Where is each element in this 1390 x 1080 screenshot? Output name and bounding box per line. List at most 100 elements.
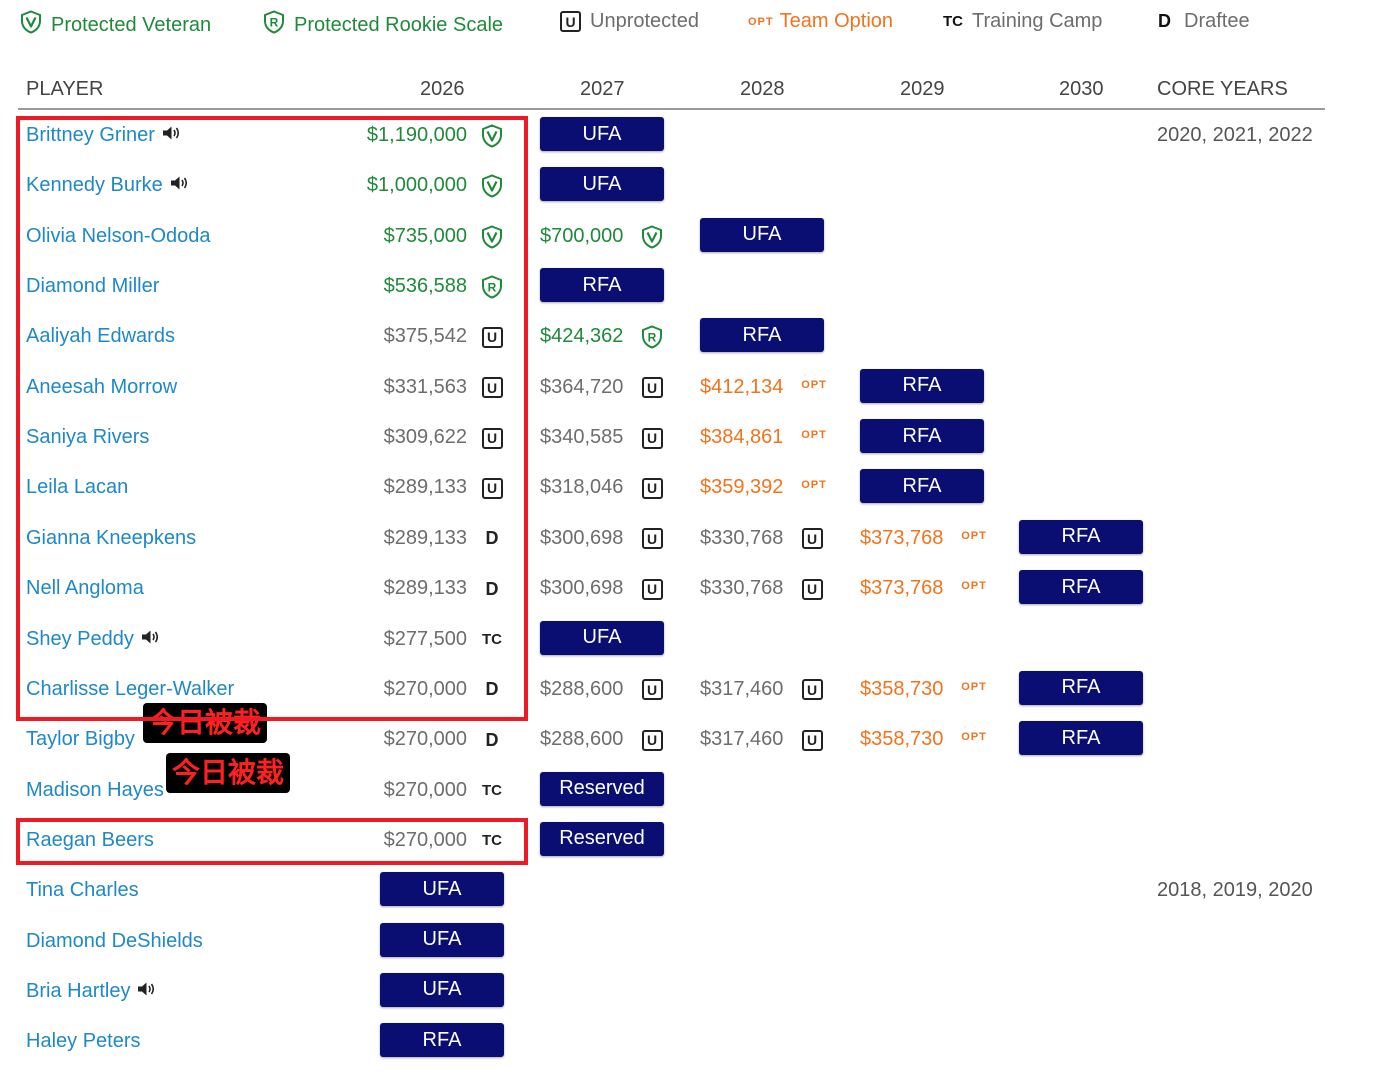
player-name-link[interactable]: Madison Hayes xyxy=(26,779,164,802)
salary-29: $358,730 xyxy=(860,677,944,700)
unprotected-badge: U xyxy=(640,526,664,552)
unprotected-badge: U xyxy=(800,727,824,753)
salary-28: $384,861 xyxy=(700,426,784,449)
unprotected-badge: U xyxy=(640,576,664,602)
speaker-icon[interactable] xyxy=(137,980,156,1003)
legend-protected-veteran-label: Protected Veteran xyxy=(51,13,212,36)
option-badge: OPT xyxy=(961,580,987,593)
shield-v-icon xyxy=(640,224,664,250)
salary-27: $288,600 xyxy=(540,728,624,751)
unprotected-badge: U xyxy=(800,677,824,703)
status-badge-rfa: RFA xyxy=(860,368,984,403)
status-badge-rfa: RFA xyxy=(1019,570,1143,605)
status-badge-rfa: RFA xyxy=(1019,519,1143,554)
training-camp-badge: TC xyxy=(482,782,502,800)
unprotected-badge: U xyxy=(640,677,664,703)
player-name[interactable]: Tina Charles xyxy=(26,879,139,902)
header-player[interactable]: PLAYER xyxy=(26,78,103,101)
salary-28: $317,460 xyxy=(700,728,784,751)
player-name[interactable]: Haley Peters xyxy=(26,1030,141,1053)
status-badge-ufa: UFA xyxy=(380,922,504,957)
unprotected-badge: U xyxy=(800,526,824,552)
unprotected-badge: U xyxy=(640,425,664,451)
status-badge-ufa: UFA xyxy=(540,620,664,655)
status-badge-rfa: RFA xyxy=(380,1023,504,1058)
unprotected-badge: U xyxy=(640,475,664,501)
legend-protected-rookie: R Protected Rookie Scale xyxy=(263,10,503,40)
draftee-badge: D xyxy=(1158,11,1171,31)
status-badge-reserved: Reserved xyxy=(540,821,664,856)
status-badge-ufa: UFA xyxy=(700,217,824,252)
status-badge-rfa: RFA xyxy=(860,469,984,504)
status-badge-rfa: RFA xyxy=(1019,670,1143,705)
player-name[interactable]: Taylor Bigby xyxy=(26,728,135,751)
unprotected-badge: U xyxy=(640,375,664,401)
status-badge-rfa: RFA xyxy=(1019,721,1143,756)
svg-text:R: R xyxy=(270,16,279,30)
legend-team-option-label: Team Option xyxy=(779,10,894,32)
salary-27: $300,698 xyxy=(540,577,624,600)
table-row: Bria Hartley UFA xyxy=(0,967,1390,1017)
player-name[interactable]: Diamond DeShields xyxy=(26,930,203,953)
table-row: Diamond DeShields UFA xyxy=(0,917,1390,967)
legend-unprotected: U Unprotected xyxy=(560,10,699,33)
salary-28: $359,392 xyxy=(700,476,784,499)
status-badge-ufa: UFA xyxy=(380,872,504,907)
unprotected-badge: U xyxy=(800,576,824,602)
legend-protected-rookie-label: Protected Rookie Scale xyxy=(294,13,504,36)
training-camp-badge: TC xyxy=(943,13,963,30)
shield-r-icon: R xyxy=(640,324,664,350)
salary-27: $300,698 xyxy=(540,526,624,549)
player-name-link[interactable]: Bria Hartley xyxy=(26,980,156,1003)
table-row: Haley Peters RFA xyxy=(0,1017,1390,1067)
header-core-years[interactable]: CORE YEARS xyxy=(1157,78,1288,101)
status-badge-rfa: RFA xyxy=(700,318,824,353)
draftee-badge: D xyxy=(485,729,499,750)
legend-training-camp: TC Training Camp xyxy=(943,10,1102,33)
header-2027[interactable]: 2027 xyxy=(580,78,625,101)
svg-text:R: R xyxy=(648,331,657,345)
unprotected-badge: U xyxy=(640,727,664,753)
salary-26: $270,000 xyxy=(383,728,467,751)
salary-28: $412,134 xyxy=(700,375,784,398)
status-badge-ufa: UFA xyxy=(380,972,504,1007)
legend-protected-veteran: Protected Veteran xyxy=(20,10,211,40)
salary-28: $330,768 xyxy=(700,526,784,549)
salary-28: $330,768 xyxy=(700,577,784,600)
status-badge-ufa: UFA xyxy=(540,117,664,151)
player-name-link[interactable]: Tina Charles xyxy=(26,879,139,902)
legend: Protected Veteran R Protected Rookie Sca… xyxy=(0,0,1390,46)
header-2029[interactable]: 2029 xyxy=(900,78,945,101)
player-name-link[interactable]: Haley Peters xyxy=(26,1030,141,1053)
salary-27: $318,046 xyxy=(540,476,624,499)
header-2030[interactable]: 2030 xyxy=(1059,78,1104,101)
player-name[interactable]: Bria Hartley xyxy=(26,980,130,1003)
highlight-box-roster xyxy=(16,116,528,721)
header-2028[interactable]: 2028 xyxy=(740,78,785,101)
highlight-box-raegan-beers xyxy=(16,818,528,865)
shield-r-icon: R xyxy=(263,10,285,40)
option-badge: OPT xyxy=(801,479,827,492)
salary-29: $373,768 xyxy=(860,577,944,600)
core-years-value: 2018, 2019, 2020 xyxy=(1157,879,1313,902)
player-name-link[interactable]: Taylor Bigby xyxy=(26,728,135,751)
status-badge-reserved: Reserved xyxy=(540,771,664,806)
option-badge: OPT xyxy=(961,680,987,693)
unprotected-badge: U xyxy=(560,11,581,32)
core-years-value: 2020, 2021, 2022 xyxy=(1157,124,1313,146)
table-row: Madison Hayes 今日被裁 $270,000 TC Reserved xyxy=(0,752,1390,816)
salary-27: $288,600 xyxy=(540,677,624,700)
player-name-link[interactable]: Diamond DeShields xyxy=(26,930,203,953)
salary-28: $317,460 xyxy=(700,677,784,700)
cut-today-stamp: 今日被裁 xyxy=(166,752,291,793)
legend-team-option: OPT Team Option xyxy=(748,10,893,33)
legend-draftee: D Draftee xyxy=(1158,10,1250,33)
header-2026[interactable]: 2026 xyxy=(420,78,465,101)
status-badge-rfa: RFA xyxy=(540,268,664,303)
salary-27: $364,720 xyxy=(540,375,624,398)
status-badge-rfa: RFA xyxy=(860,419,984,454)
player-name[interactable]: Madison Hayes xyxy=(26,779,164,802)
salary-27: $700,000 xyxy=(540,224,624,247)
shield-v-icon xyxy=(20,10,42,40)
option-badge: OPT xyxy=(801,378,827,391)
